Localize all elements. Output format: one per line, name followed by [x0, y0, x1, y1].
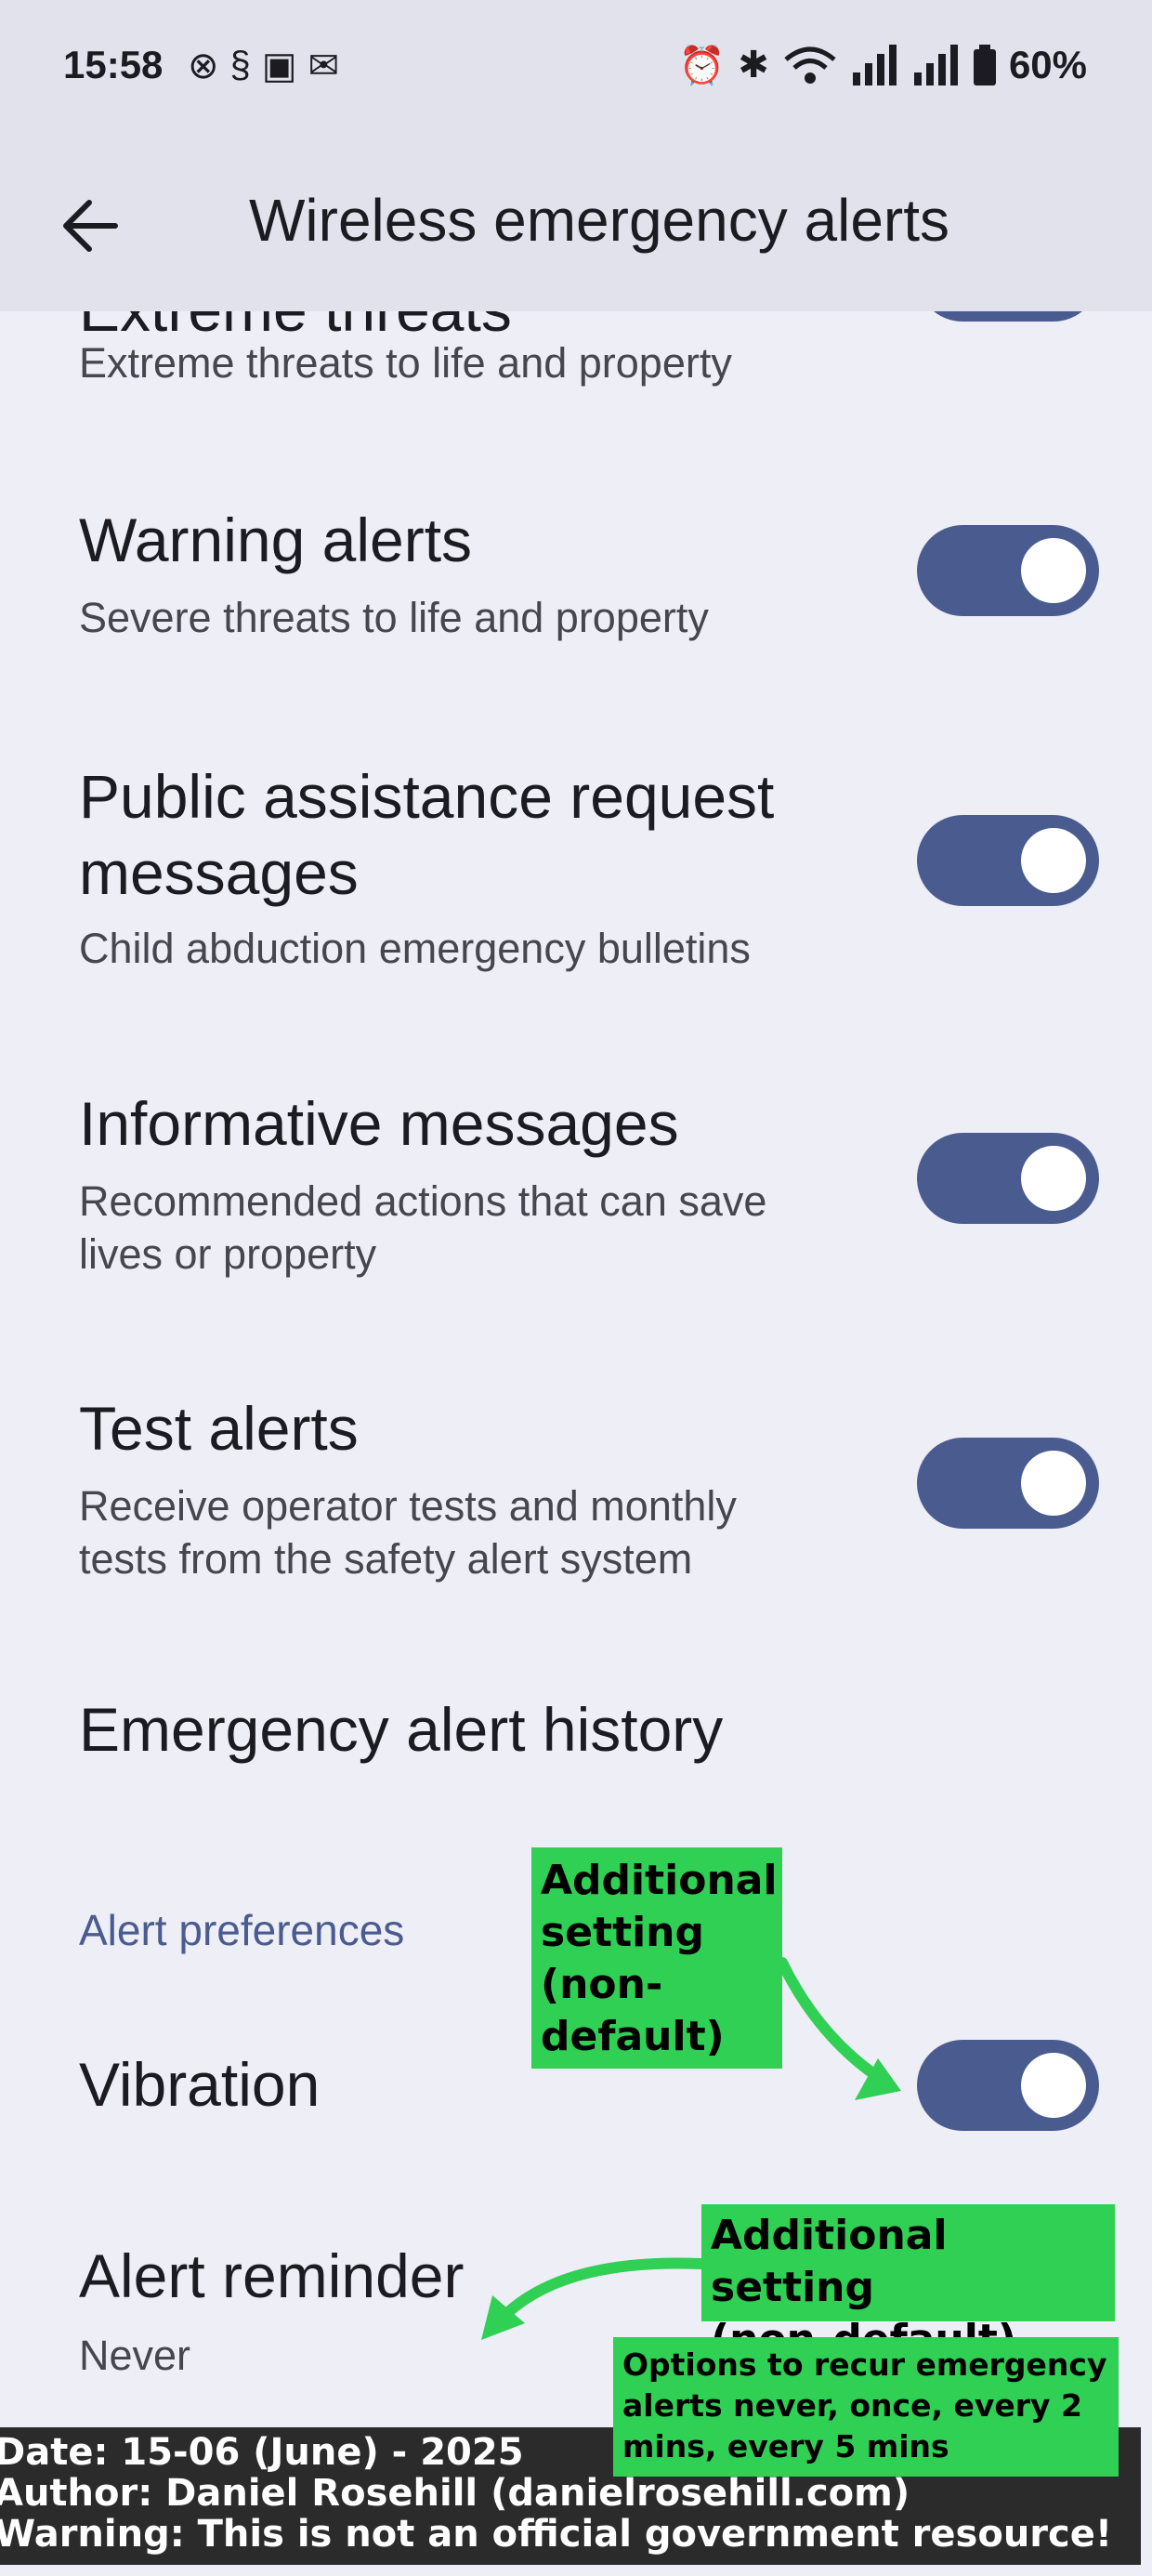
- annotation-line: Options to recur emergency: [622, 2346, 1107, 2383]
- annotation-options-overlay: Options to recur emergency alerts never,…: [613, 2337, 1119, 2477]
- annotation-arrows: [481, 1957, 901, 2340]
- arrow-to-alert-reminder: [501, 2257, 707, 2320]
- arrow-to-vibration-toggle: [777, 1957, 884, 2083]
- annotation-line: mins, every 5 mins: [622, 2428, 949, 2464]
- annotation-line: alerts never, once, every 2: [622, 2387, 1082, 2424]
